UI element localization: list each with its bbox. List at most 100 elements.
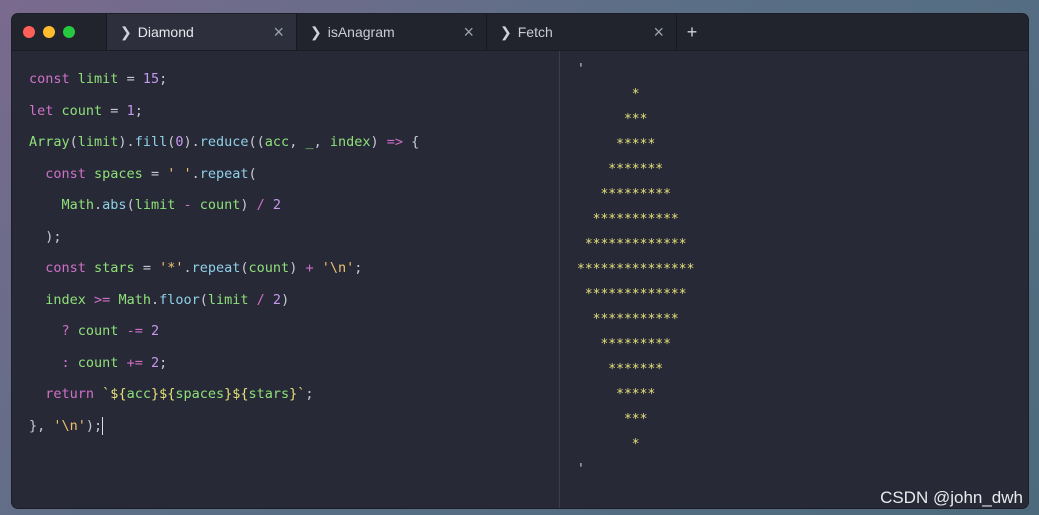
code-line[interactable]: return `${acc}${spaces}${stars}`; xyxy=(12,385,559,417)
code-token: => xyxy=(386,134,404,150)
code-token: stars xyxy=(248,386,290,402)
code-line[interactable]: const limit = 15; xyxy=(12,70,559,102)
code-line[interactable]: Math.abs(limit - count) / 2 xyxy=(12,196,559,228)
code-token: 2 xyxy=(272,197,282,213)
code-line[interactable]: ? count -= 2 xyxy=(12,322,559,354)
code-token: 2 xyxy=(150,354,160,371)
code-token: }${ xyxy=(224,386,249,402)
code-token: const xyxy=(45,260,95,276)
code-token: const xyxy=(29,71,78,87)
code-token: floor xyxy=(159,291,200,308)
code-token: ; xyxy=(134,102,143,119)
split-view: const limit = 15; let count = 1; Array(lim… xyxy=(12,51,1028,508)
code-token: 2 xyxy=(150,323,160,339)
code-token: , xyxy=(313,134,330,150)
code-token: count xyxy=(77,354,127,371)
code-token: ) xyxy=(281,291,290,308)
code-editor-pane[interactable]: const limit = 15; let count = 1; Array(lim… xyxy=(12,51,560,508)
code-token: ). xyxy=(183,134,200,150)
editor-window: ❯ Diamond × ❯ isAnagram × ❯ Fetch × + co… xyxy=(12,14,1028,508)
code-token: acc xyxy=(126,386,151,402)
code-token: }` xyxy=(289,386,306,402)
code-token: count xyxy=(61,102,111,119)
code-token: limit xyxy=(77,71,127,87)
code-token: ; xyxy=(159,71,168,87)
code-token: . xyxy=(94,197,103,213)
code-token: ); xyxy=(29,228,62,245)
output-line: ********* xyxy=(577,187,671,202)
zoom-window-button[interactable] xyxy=(63,26,75,38)
code-token: return xyxy=(45,386,103,402)
output-line: * xyxy=(577,437,640,452)
output-line: *** xyxy=(577,412,648,427)
code-token: . xyxy=(150,291,160,308)
output-line: ***** xyxy=(577,387,656,402)
code-token: ( xyxy=(69,134,78,150)
code-token: spaces xyxy=(94,165,151,182)
code-token: count xyxy=(77,323,127,339)
code-line[interactable]: let count = 1; xyxy=(12,102,559,134)
code-line[interactable]: }, '\n'); xyxy=(12,416,559,449)
code-token: -= xyxy=(126,323,151,339)
code-token: _ xyxy=(305,134,314,150)
code-token: ) xyxy=(370,134,387,150)
output-line: *** xyxy=(577,112,648,127)
code-token: stars xyxy=(94,260,143,276)
close-window-button[interactable] xyxy=(23,26,35,38)
tab-fetch[interactable]: ❯ Fetch × xyxy=(486,14,676,50)
code-token: += xyxy=(126,354,151,371)
code-token: count xyxy=(248,260,290,276)
watermark: CSDN @john_dwh xyxy=(880,488,1023,507)
code-token: fill xyxy=(134,134,168,150)
code-line[interactable]: const stars = '*'.repeat(count) + '\n'; xyxy=(12,259,559,291)
code-token: { xyxy=(403,134,420,150)
close-tab-icon[interactable]: × xyxy=(653,23,664,41)
code-token: Array xyxy=(29,134,70,150)
window-controls xyxy=(12,14,106,50)
code-token: ; xyxy=(305,386,314,402)
code-token: '\n' xyxy=(321,260,355,276)
code-token: count xyxy=(199,197,241,213)
code-token: ? xyxy=(61,323,78,339)
code-token: index xyxy=(329,134,371,150)
tab-diamond[interactable]: ❯ Diamond × xyxy=(106,14,296,50)
output-line: * xyxy=(577,87,640,102)
code-token: (( xyxy=(248,134,265,150)
code-token: ' ' xyxy=(167,165,192,182)
code-line[interactable]: Array(limit).fill(0).reduce((acc, _, ind… xyxy=(12,133,559,165)
output-line: ************* xyxy=(577,237,687,252)
code-line[interactable]: : count += 2; xyxy=(12,354,559,386)
code-token: . xyxy=(183,260,192,276)
code-token: ( xyxy=(199,291,208,308)
code-token: + xyxy=(305,260,322,276)
code-token: index xyxy=(45,291,95,308)
code-token: ( xyxy=(240,260,249,276)
code-token: ( xyxy=(248,165,257,182)
code-line[interactable]: index >= Math.floor(limit / 2) xyxy=(12,291,559,323)
tab-isanagram[interactable]: ❯ isAnagram × xyxy=(296,14,486,50)
code-token: 1 xyxy=(126,102,135,119)
code-token: `${ xyxy=(102,386,127,402)
code-token: ). xyxy=(118,134,135,150)
code-token: Math xyxy=(118,291,151,308)
new-tab-button[interactable]: + xyxy=(676,14,707,50)
code-token: limit xyxy=(207,291,257,308)
tab-label: Fetch xyxy=(517,24,553,40)
code-line[interactable]: ); xyxy=(12,228,559,260)
minimize-window-button[interactable] xyxy=(43,26,55,38)
code-token: reduce xyxy=(199,134,249,150)
close-tab-icon[interactable]: × xyxy=(273,23,284,41)
tab-bar: ❯ Diamond × ❯ isAnagram × ❯ Fetch × + xyxy=(12,14,1028,51)
code-token: Math xyxy=(61,197,95,213)
code-token: = xyxy=(142,260,160,276)
code-token: , xyxy=(289,134,306,150)
code-token: ; xyxy=(354,260,363,276)
code-line[interactable]: const spaces = ' '.repeat( xyxy=(12,165,559,197)
tab-label: isAnagram xyxy=(327,24,395,40)
code-token: '*' xyxy=(159,260,184,276)
code-token: let xyxy=(29,102,62,119)
close-tab-icon[interactable]: × xyxy=(463,23,474,41)
